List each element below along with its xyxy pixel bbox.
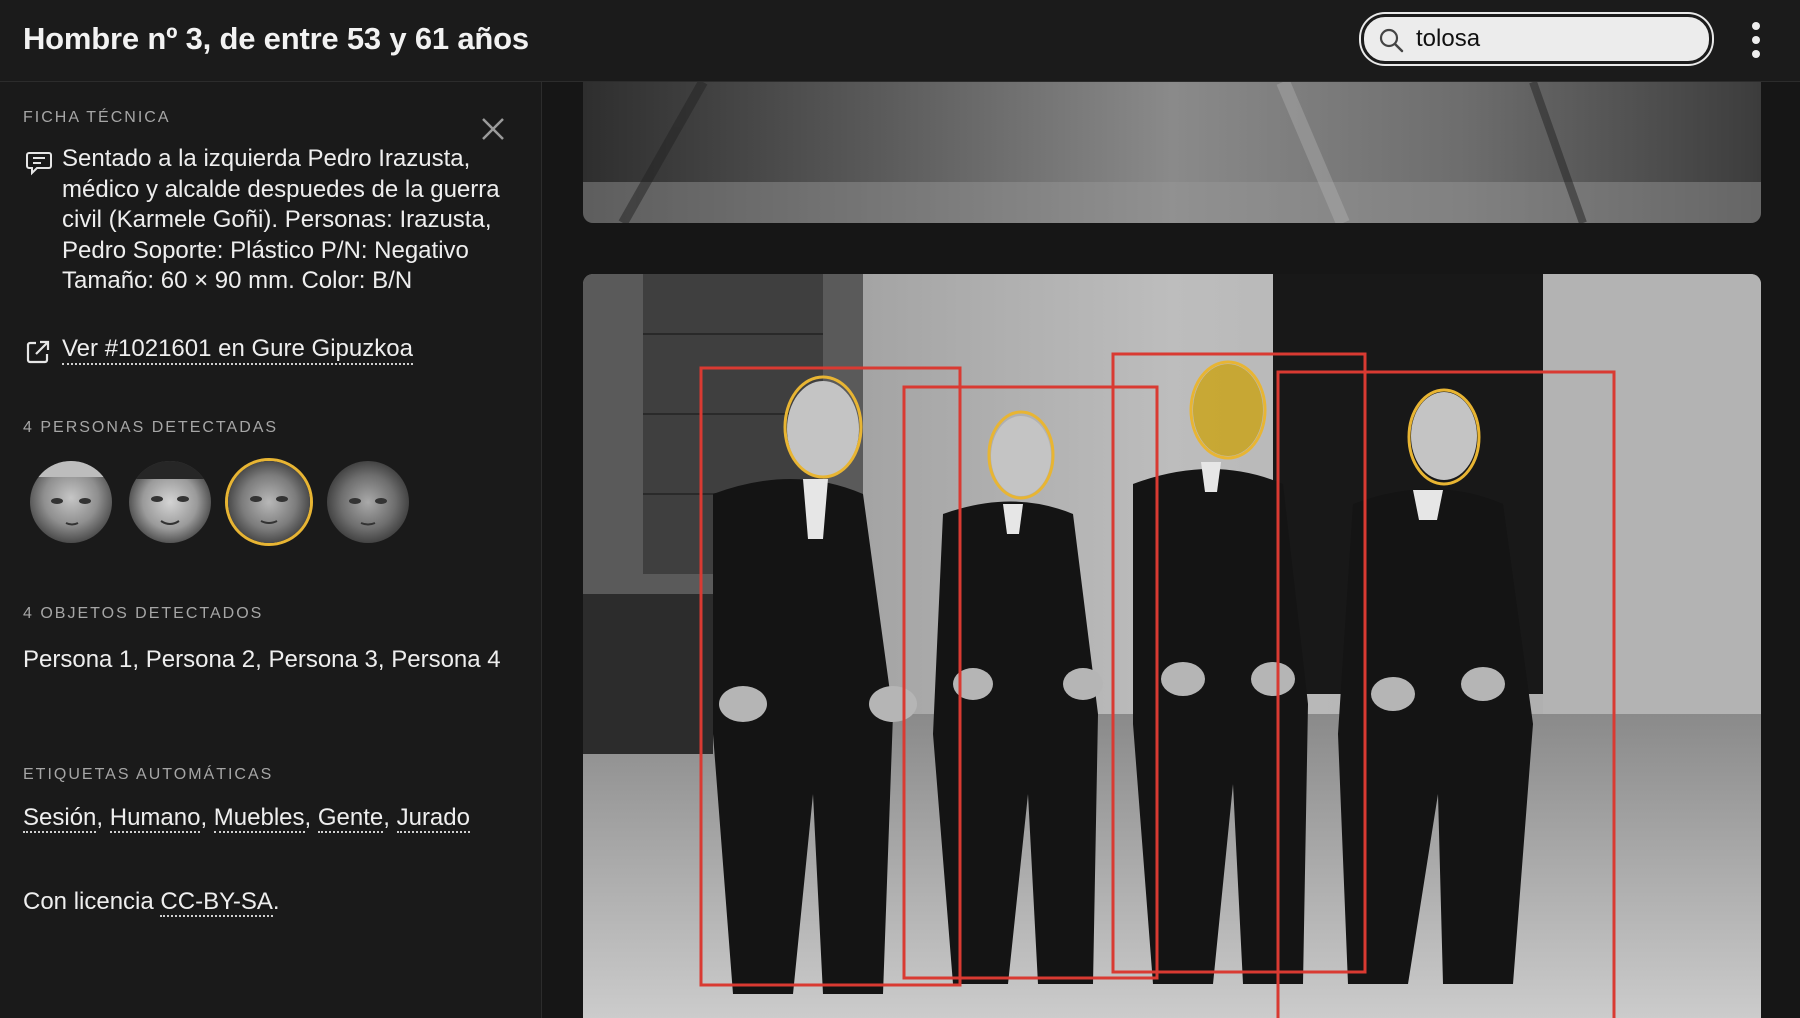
face-thumbnail-2[interactable] <box>126 458 214 546</box>
comment-icon <box>26 152 52 176</box>
license-prefix: Con licencia <box>23 888 161 915</box>
tag-link[interactable]: Jurado <box>396 804 470 833</box>
face-thumbnail-1[interactable] <box>27 458 115 546</box>
objects-list: Persona 1, Persona 2, Persona 3, Persona… <box>23 646 501 673</box>
face-thumbnail-3-selected[interactable] <box>225 458 313 546</box>
main-photo <box>583 274 1761 1018</box>
tag-link[interactable]: Sesión <box>23 804 97 833</box>
photo-description: Sentado a la izquierda Pedro Irazusta, m… <box>62 145 500 294</box>
more-vertical-icon[interactable] <box>1738 18 1774 62</box>
external-link-icon <box>26 340 50 364</box>
license-suffix: . <box>272 888 280 915</box>
ficha-tecnica-label: FICHA TÉCNICA <box>23 109 171 126</box>
top-bar: Hombre nº 3, de entre 53 y 61 años <box>0 0 1800 82</box>
auto-tags-label: ETIQUETAS AUTOMÁTICAS <box>23 766 274 783</box>
tag-link[interactable]: Gente <box>317 804 384 833</box>
tag-link[interactable]: Humano <box>109 804 201 833</box>
details-sidebar: FICHA TÉCNICA Sentado a la izquierda Ped… <box>0 82 542 1018</box>
tags-list: Sesión, Humano, Muebles, Gente, Jurado <box>23 804 470 833</box>
previous-photo[interactable] <box>583 82 1761 223</box>
license-link[interactable]: CC-BY-SA <box>160 888 273 917</box>
face-thumbnail-4[interactable] <box>324 458 412 546</box>
close-icon[interactable] <box>478 114 508 144</box>
search-box[interactable] <box>1361 14 1712 64</box>
photo-viewer <box>543 82 1800 1018</box>
source-link[interactable]: Ver #1021601 en Gure Gipuzkoa <box>62 335 413 365</box>
page-title: Hombre nº 3, de entre 53 y 61 años <box>23 21 529 56</box>
tag-link[interactable]: Muebles <box>213 804 305 833</box>
objects-detected-label: 4 OBJETOS DETECTADOS <box>23 605 264 622</box>
license-text: Con licencia CC-BY-SA. <box>23 888 280 917</box>
persons-detected-label: 4 PERSONAS DETECTADAS <box>23 419 279 436</box>
search-icon <box>1379 28 1404 53</box>
search-input[interactable] <box>1416 23 1696 55</box>
